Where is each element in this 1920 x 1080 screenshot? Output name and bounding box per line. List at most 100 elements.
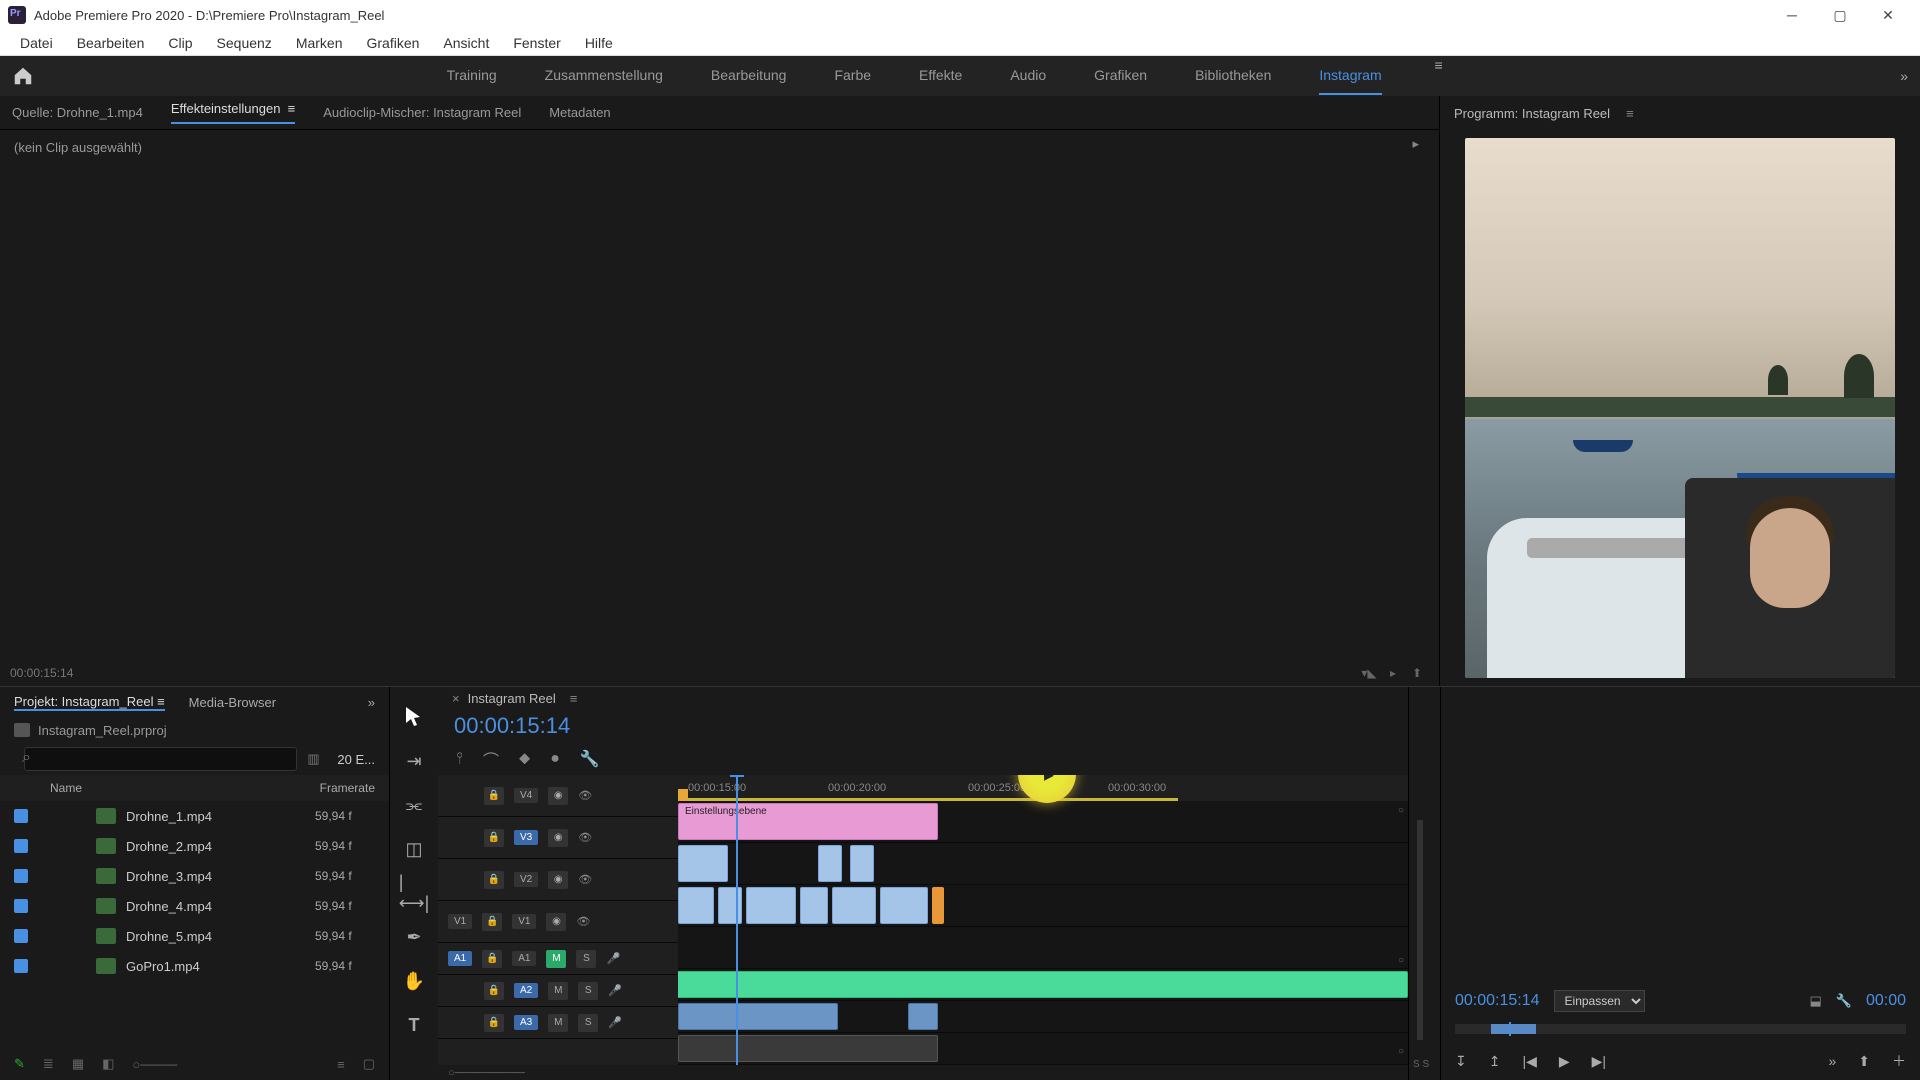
- selection-tool-icon[interactable]: [402, 705, 426, 729]
- sequence-menu-icon[interactable]: ≡: [570, 691, 578, 706]
- solo-button[interactable]: S: [578, 1014, 598, 1032]
- project-overflow-icon[interactable]: »: [368, 695, 375, 710]
- settings-icon[interactable]: ●: [550, 750, 560, 768]
- wrench-icon[interactable]: 🔧: [580, 749, 600, 769]
- icon-view-icon[interactable]: ▦: [72, 1056, 84, 1072]
- new-bin-icon[interactable]: ▢: [363, 1056, 375, 1072]
- playhead[interactable]: [730, 775, 744, 777]
- clip-audio[interactable]: [678, 971, 1408, 998]
- tab-source[interactable]: Quelle: Drohne_1.mp4: [12, 105, 143, 120]
- list-item[interactable]: Drohne_4.mp459,94 f: [0, 891, 389, 921]
- scroll-handle-icon[interactable]: ○: [1398, 955, 1404, 966]
- track-select-tool-icon[interactable]: ⇥: [402, 749, 426, 773]
- track-visibility-icon[interactable]: 👁: [578, 873, 592, 886]
- freeform-view-icon[interactable]: ◧: [102, 1056, 114, 1072]
- tab-media-browser[interactable]: Media-Browser: [189, 695, 276, 710]
- export-frame-icon[interactable]: ⬆: [1858, 1053, 1870, 1070]
- src-a1[interactable]: A1: [448, 951, 472, 966]
- mark-in-icon[interactable]: ↧: [1455, 1053, 1467, 1070]
- menu-datei[interactable]: Datei: [8, 30, 65, 55]
- linked-selection-icon[interactable]: ⌒: [483, 747, 499, 771]
- ripple-edit-tool-icon[interactable]: ⫘: [402, 793, 426, 817]
- workspace-training[interactable]: Training: [447, 57, 497, 95]
- clip-adjustment-layer[interactable]: Einstellungsebene: [678, 803, 938, 840]
- track-lock-icon[interactable]: 🔒: [484, 871, 504, 889]
- track-lock-icon[interactable]: 🔒: [484, 982, 504, 1000]
- col-name[interactable]: Name: [50, 781, 320, 795]
- clip-audio[interactable]: [908, 1003, 938, 1030]
- track-label-v2[interactable]: V2: [514, 872, 538, 887]
- clip-video[interactable]: [746, 887, 796, 924]
- scroll-handle-icon[interactable]: ○: [1398, 1046, 1404, 1057]
- close-button[interactable]: ✕: [1864, 1, 1912, 29]
- new-item-pen-icon[interactable]: ✎: [14, 1056, 25, 1072]
- tab-effect-controls[interactable]: Effekteinstellungen ≡: [171, 101, 295, 124]
- home-icon[interactable]: [12, 65, 34, 87]
- menu-hilfe[interactable]: Hilfe: [573, 30, 625, 55]
- maximize-button[interactable]: ▢: [1816, 1, 1864, 29]
- clip-video[interactable]: [932, 887, 944, 924]
- menu-marken[interactable]: Marken: [284, 30, 355, 55]
- step-icon[interactable]: ▸: [1381, 666, 1405, 680]
- clip-video[interactable]: [880, 887, 928, 924]
- workspace-grafiken[interactable]: Grafiken: [1094, 57, 1147, 95]
- src-v1[interactable]: V1: [448, 914, 472, 929]
- export-frame-icon[interactable]: ⬆: [1405, 666, 1429, 680]
- mark-out-icon[interactable]: ↥: [1489, 1053, 1501, 1070]
- clip-audio[interactable]: [678, 1003, 838, 1030]
- workspace-overflow-icon[interactable]: »: [1900, 68, 1908, 84]
- clip-video[interactable]: [678, 887, 714, 924]
- track-label-a1[interactable]: A1: [512, 951, 536, 966]
- col-framerate[interactable]: Framerate: [320, 781, 375, 795]
- track-visibility-icon[interactable]: 👁: [578, 831, 592, 844]
- mute-button[interactable]: M: [548, 1014, 568, 1032]
- list-item[interactable]: Drohne_3.mp459,94 f: [0, 861, 389, 891]
- workspace-audio[interactable]: Audio: [1010, 57, 1046, 95]
- workspace-bearbeitung[interactable]: Bearbeitung: [711, 57, 787, 95]
- workspace-zusammenstellung[interactable]: Zusammenstellung: [545, 57, 663, 95]
- voice-record-icon[interactable]: 🎤: [608, 984, 622, 997]
- menu-bearbeiten[interactable]: Bearbeiten: [65, 30, 157, 55]
- list-view-icon[interactable]: ≣: [43, 1056, 54, 1072]
- pen-tool-icon[interactable]: ✒: [402, 925, 426, 949]
- clip-video[interactable]: [850, 845, 874, 882]
- track-toggle-icon[interactable]: ◉: [548, 871, 568, 889]
- sequence-close-icon[interactable]: ×: [452, 691, 460, 706]
- effect-expand-icon[interactable]: ▸: [1412, 136, 1419, 152]
- hand-tool-icon[interactable]: ✋: [402, 969, 426, 993]
- clip-video[interactable]: [718, 887, 742, 924]
- menu-sequenz[interactable]: Sequenz: [205, 30, 284, 55]
- add-marker-icon[interactable]: ＋: [1892, 1051, 1906, 1071]
- track-lock-icon[interactable]: 🔒: [484, 787, 504, 805]
- step-back-icon[interactable]: |◀: [1522, 1053, 1536, 1070]
- timeline-timecode[interactable]: 00:00:15:14: [438, 709, 586, 743]
- filter-bin-icon[interactable]: ▥: [307, 751, 327, 767]
- workspace-farbe[interactable]: Farbe: [834, 57, 871, 95]
- sort-icon[interactable]: ≡: [337, 1057, 345, 1072]
- type-tool-icon[interactable]: T: [402, 1013, 426, 1037]
- mute-button[interactable]: M: [548, 982, 568, 1000]
- program-menu-icon[interactable]: ≡: [1626, 106, 1634, 121]
- program-timecode[interactable]: 00:00:15:14: [1455, 992, 1540, 1010]
- clip-video[interactable]: [678, 845, 728, 882]
- track-label-a2[interactable]: A2: [514, 983, 538, 998]
- mute-button[interactable]: M: [546, 950, 566, 968]
- clip-video[interactable]: [832, 887, 876, 924]
- menu-fenster[interactable]: Fenster: [501, 30, 572, 55]
- play-icon[interactable]: ▶: [1559, 1053, 1570, 1070]
- menu-clip[interactable]: Clip: [156, 30, 204, 55]
- wrench-icon[interactable]: 🔧: [1836, 993, 1852, 1009]
- list-item[interactable]: Drohne_2.mp459,94 f: [0, 831, 389, 861]
- zoom-fit-select[interactable]: Einpassen: [1554, 990, 1645, 1012]
- solo-button[interactable]: S: [576, 950, 596, 968]
- scroll-handle-icon[interactable]: ○: [1398, 805, 1404, 816]
- clip-video[interactable]: [800, 887, 828, 924]
- search-input[interactable]: [24, 747, 297, 771]
- menu-ansicht[interactable]: Ansicht: [431, 30, 501, 55]
- marker-add-icon[interactable]: ⬥: [519, 750, 530, 768]
- track-toggle-icon[interactable]: ◉: [546, 913, 566, 931]
- track-toggle-icon[interactable]: ◉: [548, 829, 568, 847]
- clip-audio[interactable]: [678, 1035, 938, 1062]
- track-label-v1[interactable]: V1: [512, 914, 536, 929]
- filter-icon[interactable]: ▾◣: [1357, 666, 1381, 680]
